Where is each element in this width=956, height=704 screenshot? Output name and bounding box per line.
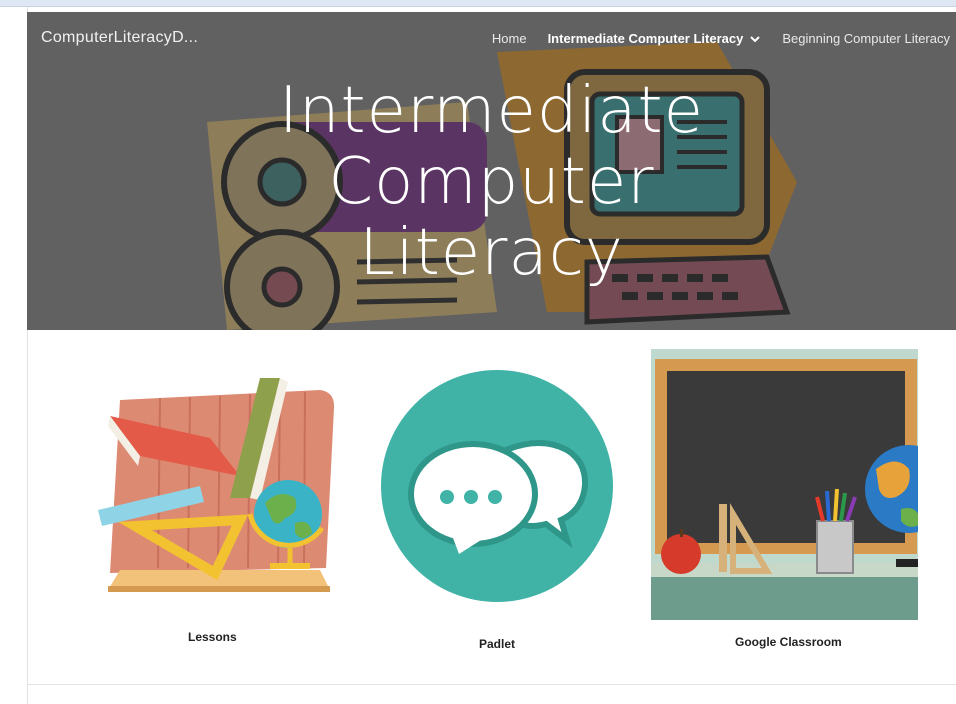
browser-top-strip bbox=[0, 0, 956, 7]
lessons-label[interactable]: Lessons bbox=[188, 630, 237, 644]
left-gutter bbox=[0, 7, 28, 704]
lessons-tile[interactable] bbox=[90, 368, 340, 600]
main-navigation: Home Intermediate Computer Literacy Begi… bbox=[492, 31, 950, 46]
page-title-line-1: Intermediate bbox=[279, 74, 704, 148]
google-classroom-label[interactable]: Google Classroom bbox=[735, 635, 842, 649]
lessons-illustration-icon[interactable] bbox=[90, 368, 340, 600]
chat-bubbles-icon[interactable] bbox=[381, 370, 613, 602]
google-classroom-tile[interactable] bbox=[651, 349, 953, 620]
chevron-down-icon[interactable] bbox=[749, 33, 761, 45]
nav-item-intermediate-computer-literacy[interactable]: Intermediate Computer Literacy bbox=[548, 31, 762, 46]
nav-item-label: Intermediate Computer Literacy bbox=[547, 31, 744, 46]
nav-item-home[interactable]: Home bbox=[492, 31, 527, 46]
nav-item-beginning-computer-literacy[interactable]: Beginning Computer Literacy bbox=[782, 31, 950, 46]
site-title[interactable]: ComputerLiteracyD... bbox=[41, 29, 198, 47]
page-title: Intermediate Computer Literacy bbox=[27, 76, 956, 289]
page-title-line-2: Computer bbox=[328, 145, 655, 219]
padlet-label[interactable]: Padlet bbox=[479, 637, 515, 651]
padlet-tile[interactable] bbox=[381, 370, 613, 602]
page-title-line-3: Literacy bbox=[359, 216, 624, 290]
classroom-chalkboard-image[interactable] bbox=[651, 349, 953, 620]
hero-banner: ComputerLiteracyD... Home Intermediate C… bbox=[27, 12, 956, 330]
section-divider bbox=[27, 684, 956, 685]
